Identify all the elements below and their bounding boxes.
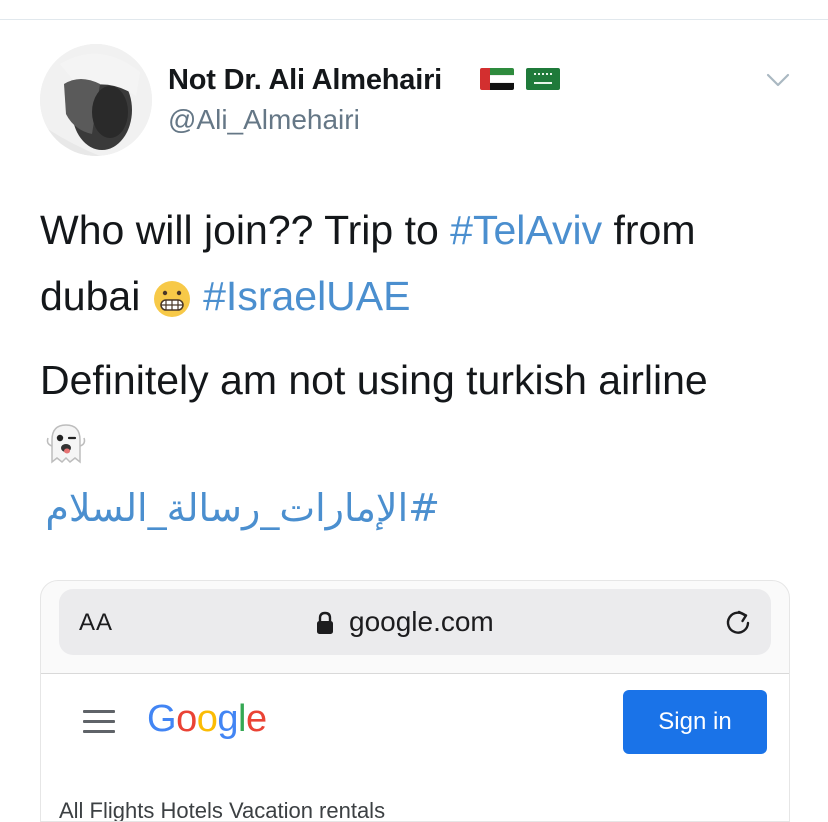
google-logo-letter: e <box>245 698 267 740</box>
top-divider <box>0 19 828 20</box>
tweet-text: dubai <box>40 273 152 319</box>
hashtag-israeluae[interactable]: #IsraelUAE <box>203 273 410 319</box>
url-text[interactable]: google.com <box>349 606 494 638</box>
google-header: Google Sign in All Flights Hotels Vacati… <box>41 674 789 822</box>
avatar[interactable] <box>40 44 152 156</box>
ghost-emoji <box>46 424 86 464</box>
flag-emojis <box>480 68 560 90</box>
embedded-screenshot[interactable]: AA google.com Google Sign in All Flights… <box>40 580 790 822</box>
chevron-down-icon[interactable] <box>764 66 792 94</box>
profile-photo <box>40 44 152 156</box>
address-bar[interactable]: AA google.com <box>59 589 771 655</box>
hashtag-telaviv[interactable]: #TelAviv <box>450 207 602 253</box>
sign-in-button[interactable]: Sign in <box>623 690 767 754</box>
author-name[interactable]: Not Dr. Ali Almehairi <box>168 64 442 97</box>
tweet-text: from <box>602 207 696 253</box>
google-logo-letter: l <box>237 698 246 740</box>
lock-icon <box>317 611 333 634</box>
google-logo-letter: o <box>196 698 218 740</box>
text-size-button[interactable]: AA <box>79 609 113 637</box>
uae-flag-icon <box>480 68 514 90</box>
google-logo-letter: o <box>176 698 197 740</box>
text-size-label: AA <box>79 609 114 636</box>
tweet-line-3: Definitely am not using turkish airline <box>40 357 708 403</box>
google-logo-letter: g <box>217 698 238 740</box>
hamburger-menu-icon[interactable] <box>83 710 115 740</box>
saudi-flag-icon <box>526 68 560 90</box>
hashtag-arabic[interactable]: #الإمارات_رسالة_السلام <box>40 480 440 536</box>
tweet-text: Who will join?? Trip to <box>40 207 451 253</box>
google-nav-partial: All Flights Hotels Vacation rentals <box>59 798 386 822</box>
tweet-line-1: Who will join?? Trip to #TelAviv from <box>40 206 696 254</box>
tweet-line-2: dubai #IsraelUAE <box>40 272 411 320</box>
google-logo[interactable]: Google <box>147 698 267 741</box>
author-handle[interactable]: @Ali_Almehairi <box>168 104 360 136</box>
google-logo-letter: G <box>147 698 177 740</box>
grimacing-face-emoji <box>153 281 190 318</box>
reload-icon[interactable] <box>723 607 753 637</box>
